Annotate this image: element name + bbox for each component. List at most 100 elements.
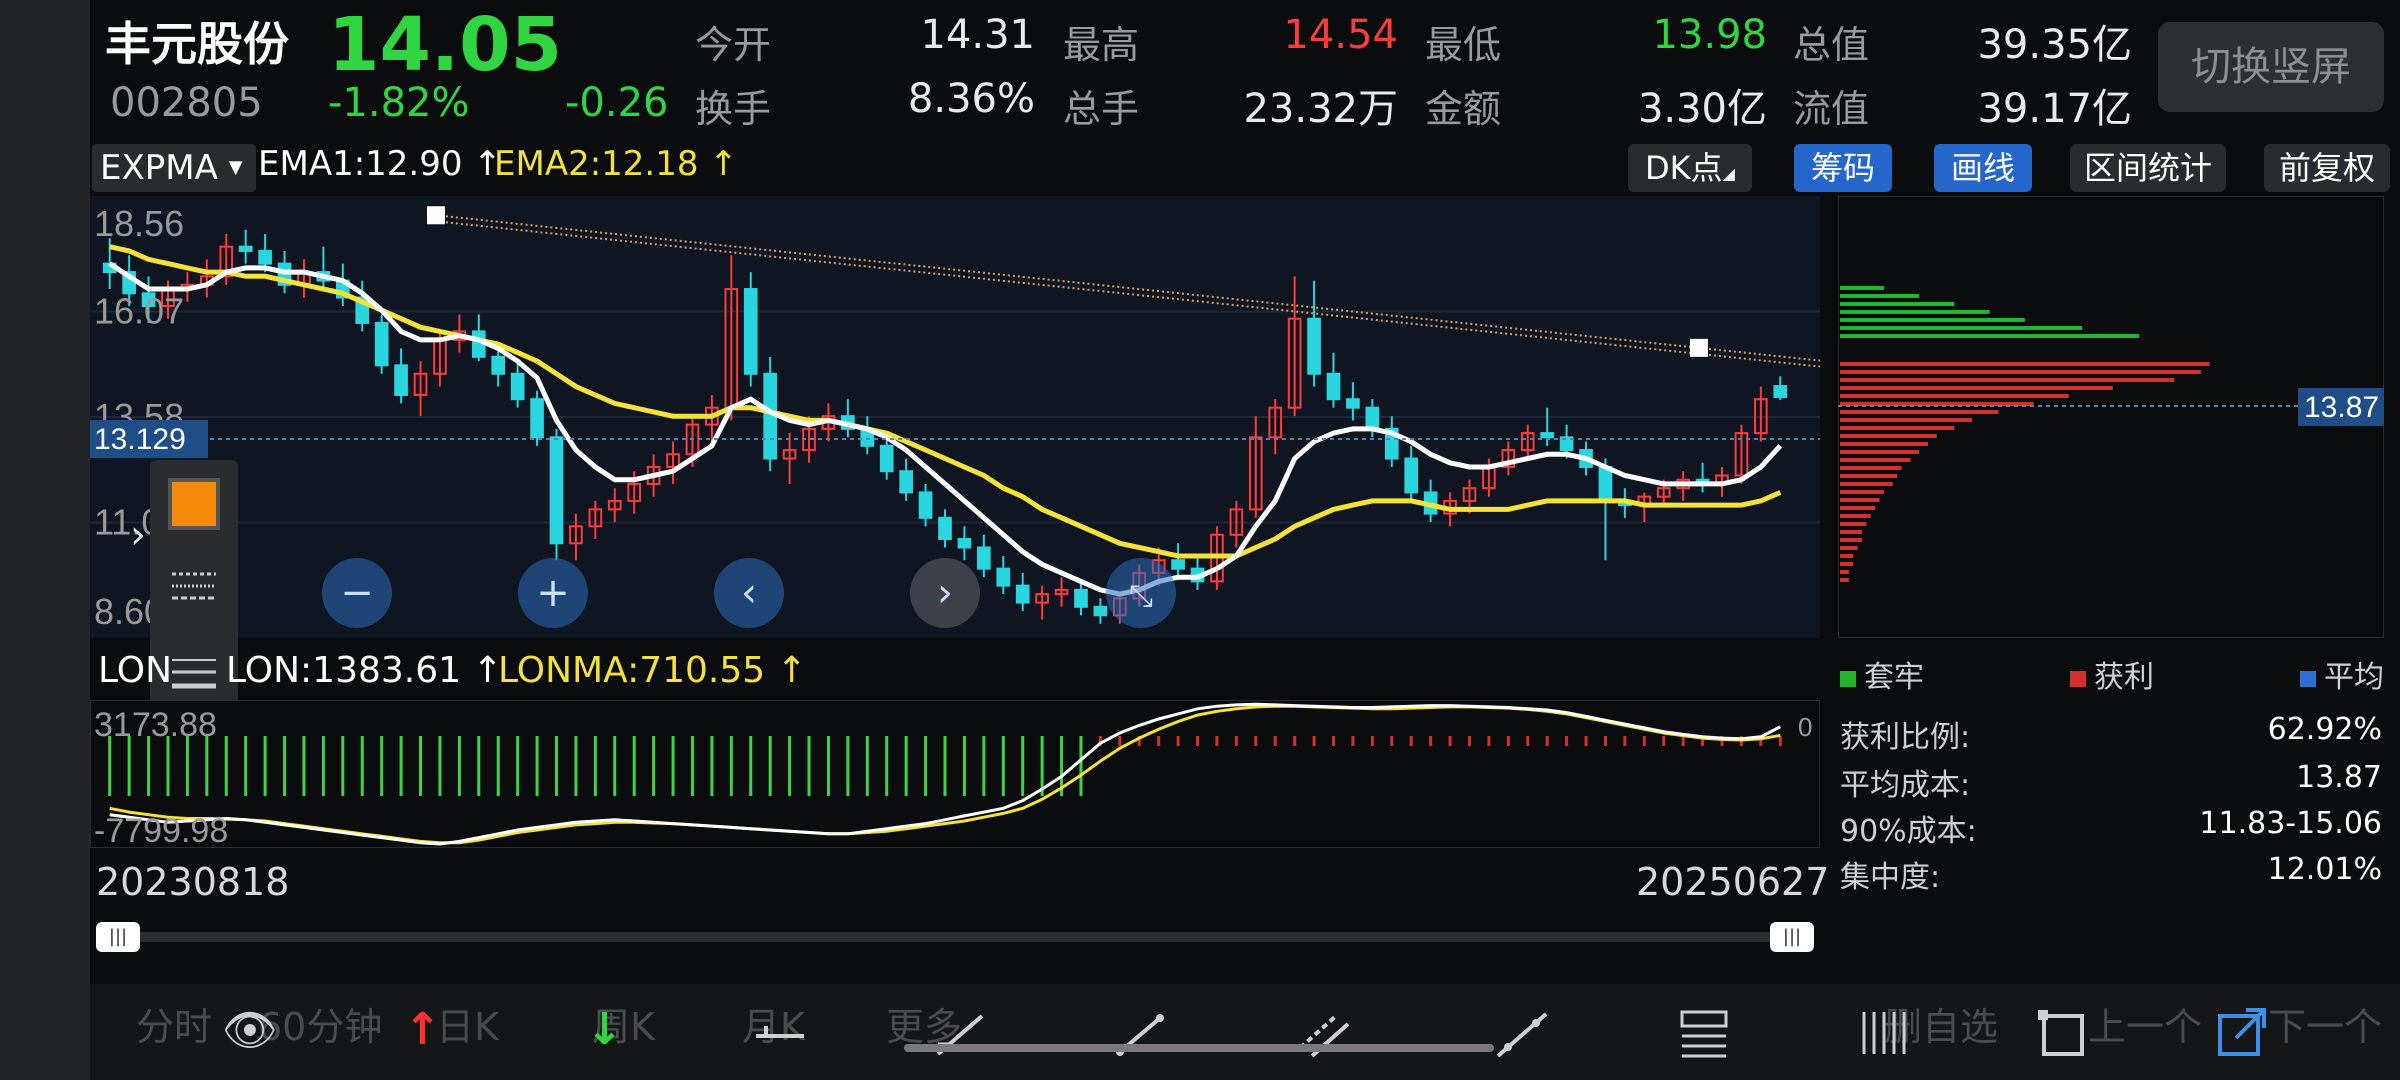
candle-body [1773, 385, 1788, 399]
chip-bar-profit [1840, 434, 1937, 438]
grip-icon: ||| [1782, 926, 1802, 947]
candle-body [1015, 584, 1030, 604]
stat-label-total-value: 总值 [1793, 23, 1870, 67]
draw-line-button[interactable]: 画线 [1934, 144, 2032, 192]
legend-swatch-average [2300, 670, 2316, 687]
candle-body [1093, 605, 1108, 617]
indicator-select[interactable]: EXPMA ▼ [92, 144, 256, 192]
range-slider-right-handle[interactable]: ||| [1770, 922, 1814, 952]
scroll-right-button[interactable]: › [910, 558, 980, 628]
adjust-mode-button[interactable]: 前复权 [2264, 144, 2390, 192]
profit-ratio-label: 获利比例: [1840, 720, 1971, 755]
scroll-left-button[interactable]: ‹ [714, 558, 784, 628]
candle-body [957, 538, 972, 549]
chip-bar-profit [1840, 482, 1893, 486]
line-width-icon[interactable] [170, 654, 218, 694]
stat-value-open: 14.31 [920, 12, 1035, 58]
tab-daily[interactable]: 日K [436, 996, 499, 1051]
stat-value-amount: 3.30亿 [1637, 86, 1767, 132]
chip-bar-profit [1840, 474, 1898, 478]
switch-portrait-button[interactable]: 切换竖屏 [2158, 22, 2384, 112]
candle-body [491, 355, 506, 375]
corner-arrow-icon: ◢ [1722, 164, 1735, 183]
vertical-lines-icon[interactable] [1856, 1006, 1912, 1064]
last-price: 14.05 [328, 2, 563, 88]
chip-bar-profit [1840, 490, 1884, 494]
segment-line-icon[interactable] [1112, 1010, 1168, 1064]
arrow-up-icon[interactable]: ↑ [404, 1004, 441, 1055]
dk-point-button[interactable]: DK点◢ [1628, 144, 1752, 192]
candle-body [374, 321, 389, 367]
stock-code: 002805 [110, 80, 263, 126]
indicator-name: EXPMA [100, 148, 218, 188]
chip-bar-trapped [1840, 334, 2140, 338]
candle-body [258, 249, 272, 265]
candle-body [938, 516, 952, 541]
ray-line-icon[interactable] [932, 1010, 988, 1064]
gann-tool-icon[interactable] [1676, 1006, 1732, 1064]
lon-chart[interactable]: 3173.88 -7799.98 0 [90, 700, 1820, 848]
chip-bar-profit [1840, 546, 1858, 550]
zoom-out-button[interactable]: − [322, 558, 392, 628]
lon-chart-frame [90, 700, 1820, 848]
zoom-in-button[interactable]: + [518, 558, 588, 628]
legend-label-average: 平均 [2324, 660, 2384, 695]
cost-90-label: 90%成本: [1840, 814, 1977, 849]
range-slider-left-handle[interactable]: ||| [96, 922, 140, 952]
left-edge-strip [0, 0, 90, 1080]
concentration-label: 集中度: [1840, 860, 1941, 895]
tab-intraday[interactable]: 分时 [136, 996, 212, 1051]
expand-panel-chevron-icon[interactable]: › [130, 512, 146, 558]
extended-line-icon[interactable] [1494, 1010, 1550, 1064]
chip-bar-profit [1840, 458, 1911, 462]
avg-cost-tag-text: 13.87 [2304, 391, 2379, 424]
chip-bar-profit [1840, 514, 1871, 518]
trend-handle-start[interactable] [427, 206, 445, 225]
export-icon[interactable] [2214, 1006, 2270, 1064]
y-axis-label: 18.56 [94, 203, 184, 244]
previous-stock-button[interactable]: 上一个 [2088, 996, 2202, 1051]
stock-name: 丰元股份 [105, 17, 289, 71]
reset-zoom-button[interactable]: ⤡ [1106, 558, 1176, 628]
dk-point-label: DK点 [1645, 149, 1723, 187]
dropdown-icon: ▼ [228, 157, 243, 178]
chip-bar-profit [1840, 418, 1972, 422]
avg-cost-value: 13.87 [2296, 760, 2382, 795]
lon-readout: LON:1383.61 ↑ [226, 650, 503, 691]
parallel-lines-icon[interactable] [1296, 1010, 1352, 1064]
horizontal-segment-icon[interactable] [752, 1010, 808, 1064]
chevron-right-icon: › [937, 570, 953, 616]
lon-ybottom-label: -7799.98 [94, 812, 228, 848]
minus-icon: − [340, 570, 374, 616]
color-picker-swatch[interactable] [168, 478, 220, 530]
chip-bar-profit [1840, 498, 1880, 502]
arrow-down-icon[interactable]: ↓ [586, 1004, 623, 1055]
eye-icon[interactable]: 👁 [222, 1004, 278, 1056]
stat-label-open: 今开 [695, 23, 772, 67]
candle-body [918, 491, 933, 519]
candle-body [1540, 432, 1555, 439]
legend-swatch-profit [2070, 670, 2086, 687]
stat-value-volume: 23.32万 [1243, 86, 1398, 132]
line-style-dashed-icon[interactable] [170, 568, 218, 604]
stat-label-turnover: 换手 [695, 87, 772, 131]
range-stats-button[interactable]: 区间统计 [2070, 144, 2226, 192]
chips-button[interactable]: 筹码 [1794, 144, 1892, 192]
chip-bar-trapped [1840, 286, 1884, 290]
candle-body [996, 567, 1011, 587]
trend-handle-end[interactable] [1689, 338, 1708, 357]
next-stock-button[interactable]: 下一个 [2268, 996, 2382, 1051]
legend-swatch-trapped [1840, 670, 1856, 687]
stat-label-low: 最低 [1425, 23, 1502, 67]
chip-distribution-chart: 13.87 [1838, 196, 2384, 638]
legend-label-profit: 获利 [2094, 660, 2154, 695]
change-amount: -0.26 [565, 80, 669, 126]
range-slider-track[interactable] [100, 932, 1804, 942]
current-price-tag-text: 13.129 [94, 423, 186, 456]
end-date: 20250627 [1636, 860, 1830, 904]
sub-indicator-name[interactable]: LON [98, 650, 172, 691]
stat-label-high: 最高 [1063, 23, 1140, 67]
chip-bar-trapped [1840, 302, 1955, 306]
chip-bar-profit [1840, 378, 2175, 382]
rectangle-tool-icon[interactable] [2036, 1006, 2092, 1064]
